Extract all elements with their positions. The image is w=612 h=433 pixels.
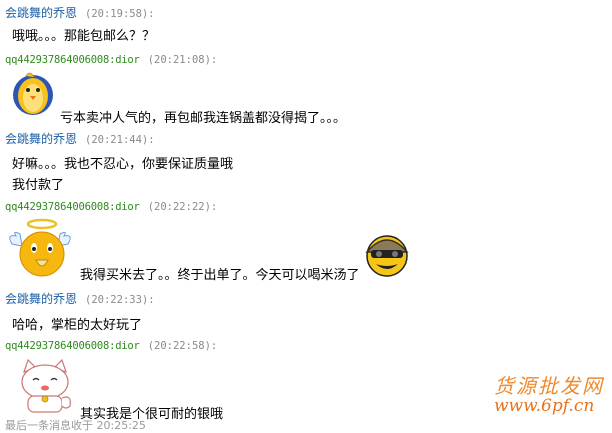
watermark-url: www.6pf.cn: [494, 396, 595, 416]
sender-name: qq442937864006008:dior: [5, 340, 140, 352]
message-header: qq442937864006008:dior (20:22:58):: [5, 338, 217, 352]
sender-name: 会跳舞的乔恩: [5, 132, 78, 146]
last-message-notice: 最后一条消息收于 20:25:25: [5, 419, 146, 432]
message-header: 会跳舞的乔恩 (20:19:58):: [5, 4, 155, 21]
message-text: 哈哈，掌柜的太好玩了: [12, 318, 143, 333]
helmet-face-icon: [365, 235, 409, 277]
timestamp: (20:21:44):: [85, 134, 155, 146]
lucky-cat-icon: [21, 358, 71, 413]
message-text: 我付款了: [12, 178, 65, 193]
message-header: qq442937864006008:dior (20:21:08):: [5, 52, 217, 66]
message-text: 好嘛。。。我也不忍心，你要保证质量哦: [12, 157, 234, 172]
sender-name: 会跳舞的乔恩: [5, 292, 78, 306]
timestamp: (20:22:33):: [85, 294, 155, 306]
watermark-title: 货源批发网: [494, 374, 604, 398]
timestamp: (20:21:08):: [147, 54, 218, 66]
message-header: qq442937864006008:dior (20:22:22):: [5, 199, 217, 213]
sender-name: 会跳舞的乔恩: [5, 6, 78, 20]
yellow-chick-icon: [13, 72, 53, 115]
timestamp: (20:22:22):: [147, 201, 218, 213]
message-text: 我得买米去了。。终于出单了。今天可以喝米汤了: [80, 268, 360, 283]
timestamp: (20:22:58):: [147, 340, 218, 352]
sender-name: qq442937864006008:dior: [5, 54, 140, 66]
message-text: 亏本卖冲人气的，再包邮我连锅盖都没得揭了。。。: [60, 111, 347, 126]
angel-praying-face-icon: [9, 218, 71, 277]
sender-name: qq442937864006008:dior: [5, 201, 140, 213]
timestamp: (20:19:58):: [85, 8, 155, 20]
message-text: 哦哦。。。那能包邮么？？: [12, 29, 156, 44]
chat-log: 会跳舞的乔恩 (20:19:58): 哦哦。。。那能包邮么？？ qq4429378…: [0, 0, 612, 432]
message-header: 会跳舞的乔恩 (20:22:33):: [5, 290, 155, 307]
message-header: 会跳舞的乔恩 (20:21:44):: [5, 130, 155, 147]
